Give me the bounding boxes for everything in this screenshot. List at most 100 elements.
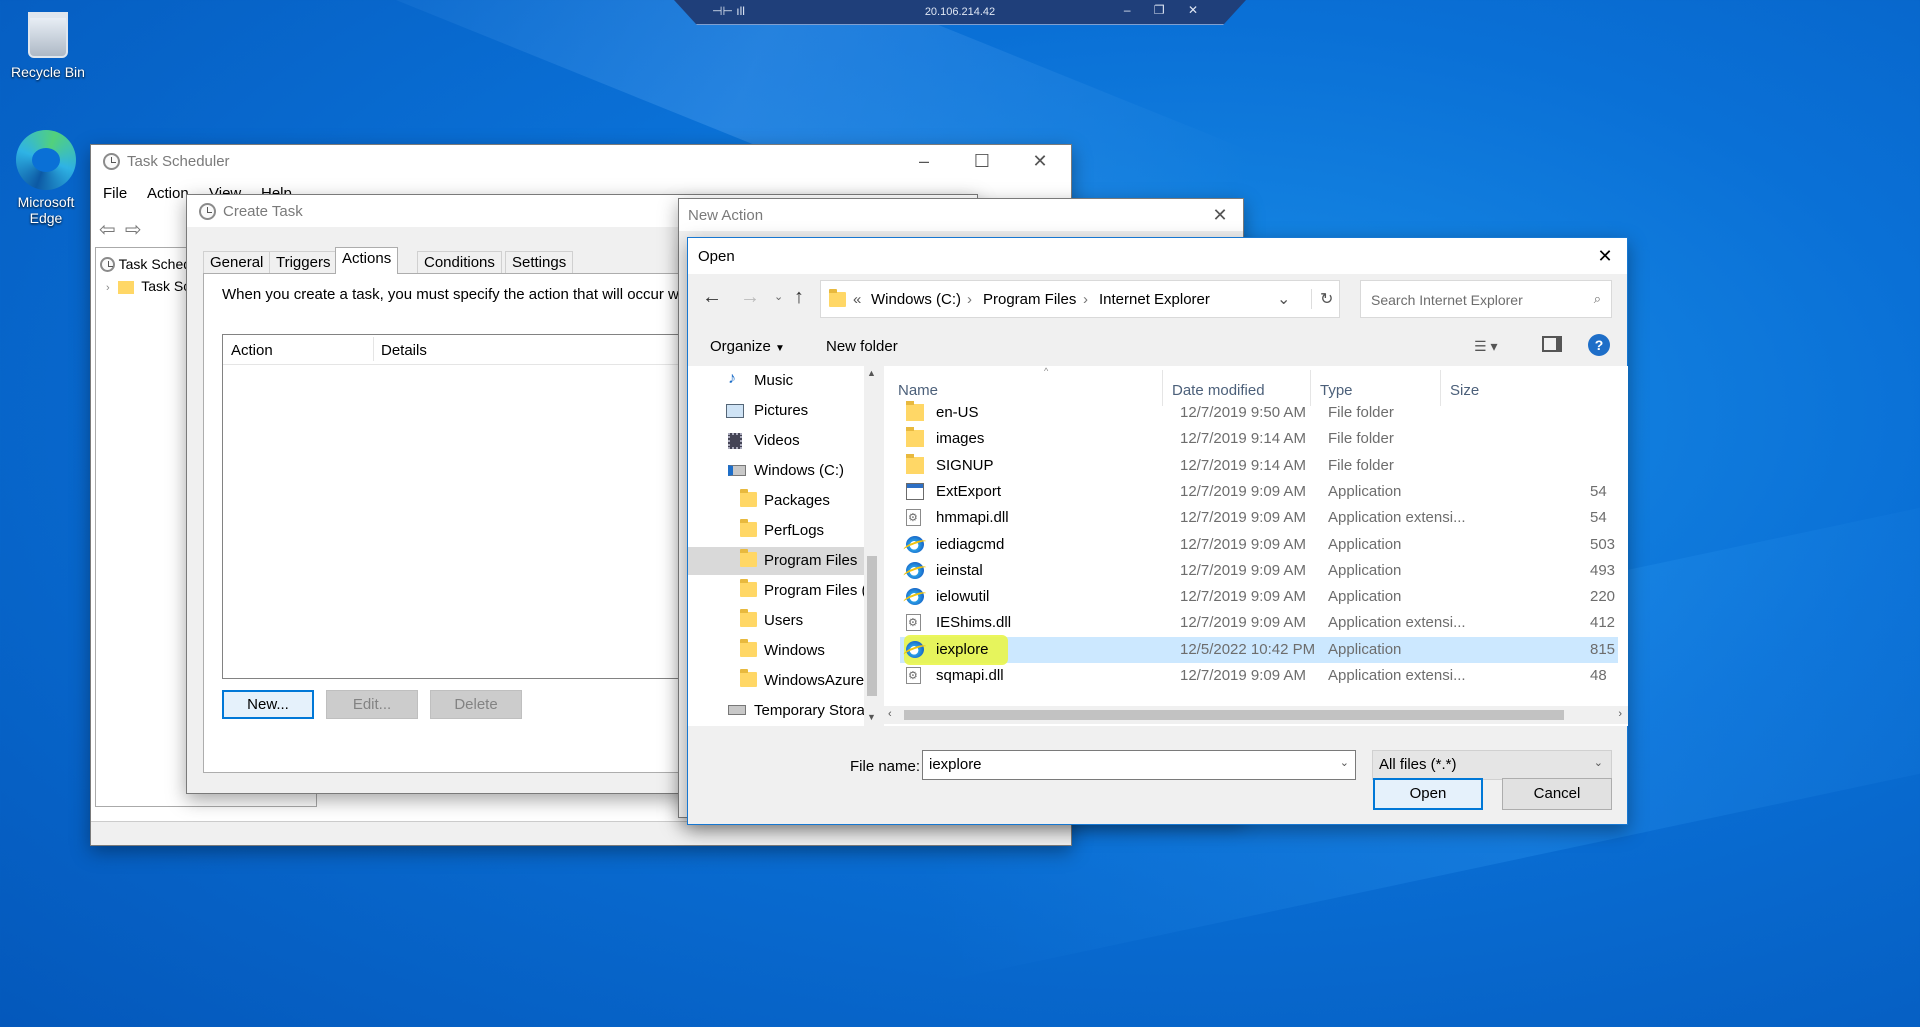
recent-locations-chevron-icon[interactable]: ⌄: [774, 290, 783, 303]
scroll-down-icon[interactable]: ▼: [867, 712, 876, 722]
actions-list[interactable]: Action Details: [222, 334, 742, 679]
nav-item-videos[interactable]: Videos: [688, 427, 864, 455]
file-date-modified: 12/7/2019 9:09 AM: [1180, 561, 1306, 579]
breadcrumb-separator-icon[interactable]: ›: [1083, 291, 1088, 308]
remote-desktop-bar: ⊣⊢ ıll 20.106.214.42 – ❐ ✕: [674, 0, 1246, 25]
column-date-modified[interactable]: Date modified: [1172, 382, 1265, 399]
help-icon[interactable]: ?: [1588, 334, 1610, 356]
preview-pane-icon[interactable]: [1542, 336, 1562, 352]
nav-item-windows[interactable]: Windows: [688, 637, 864, 665]
cancel-button[interactable]: Cancel: [1502, 778, 1612, 810]
dialog-title: Open: [698, 248, 735, 265]
folder-icon: [117, 280, 134, 294]
nav-item-users[interactable]: Users: [688, 607, 864, 635]
file-name-input[interactable]: iexplore ⌄: [922, 750, 1356, 780]
breadcrumb-drive[interactable]: Windows (C:): [871, 291, 961, 308]
file-row[interactable]: images 12/7/2019 9:14 AM File folder: [900, 426, 1618, 452]
file-row[interactable]: IEShims.dll 12/7/2019 9:09 AM Application …: [900, 610, 1618, 636]
folder-icon: [740, 549, 757, 567]
back-icon[interactable]: ←: [702, 286, 722, 309]
tree-item-label: Task Sc: [141, 278, 191, 294]
tree-item-library[interactable]: Task Sched: [100, 254, 191, 272]
file-type: Application: [1328, 588, 1402, 606]
file-type-select[interactable]: All files (*.*) ⌄: [1372, 750, 1612, 780]
refresh-icon[interactable]: ↻: [1311, 289, 1333, 309]
chevron-right-icon: ›: [106, 282, 110, 294]
scroll-up-icon[interactable]: ▲: [867, 368, 876, 378]
edit-action-button[interactable]: Edit...: [326, 690, 418, 719]
organize-button[interactable]: Organize ▼: [710, 338, 785, 355]
chevron-down-icon[interactable]: ⌄: [1340, 756, 1349, 769]
folder-icon: [740, 489, 757, 507]
address-bar[interactable]: « Windows (C:) › Program Files › Interne…: [820, 280, 1340, 318]
scrollbar-thumb[interactable]: [867, 556, 877, 696]
file-row[interactable]: iexplore 12/5/2022 10:42 PM Application 815: [900, 634, 1618, 665]
file-row[interactable]: hmmapi.dll 12/7/2019 9:09 AM Application e…: [900, 505, 1618, 531]
file-row[interactable]: iediagcmd 12/7/2019 9:09 AM Application 503: [900, 532, 1618, 558]
column-size[interactable]: Size: [1450, 382, 1479, 399]
column-details[interactable]: Details: [381, 342, 427, 359]
tab-triggers[interactable]: Triggers: [269, 251, 338, 273]
column-name[interactable]: Name: [898, 382, 938, 399]
nav-item-temporary-storage[interactable]: Temporary Storage: [688, 697, 864, 725]
nav-item-packages[interactable]: Packages: [688, 487, 864, 515]
address-dropdown-icon[interactable]: ⌄: [1277, 289, 1290, 309]
nav-item-pictures[interactable]: Pictures: [688, 397, 864, 425]
breadcrumb-internet-explorer[interactable]: Internet Explorer: [1099, 291, 1210, 308]
forward-icon[interactable]: ⇨: [125, 217, 142, 242]
nav-item-label: Videos: [754, 432, 800, 449]
desktop-icon-recycle-bin[interactable]: Recycle Bin: [2, 12, 94, 80]
scrollbar-thumb[interactable]: [904, 710, 1564, 720]
nav-item-program-files-x86[interactable]: Program Files (x86): [688, 577, 864, 605]
column-type[interactable]: Type: [1320, 382, 1353, 399]
search-icon: ⌕: [1593, 291, 1601, 306]
menu-action[interactable]: Action: [147, 185, 189, 202]
file-size: 815: [1590, 640, 1616, 658]
tab-actions[interactable]: Actions: [335, 247, 399, 274]
new-action-button[interactable]: New...: [222, 690, 314, 719]
desktop-icon-edge[interactable]: Microsoft Edge: [0, 130, 92, 226]
breadcrumb-program-files[interactable]: Program Files: [983, 291, 1076, 308]
close-button[interactable]: ✕: [1197, 199, 1243, 231]
file-row[interactable]: ieinstal 12/7/2019 9:09 AM Application 493: [900, 558, 1618, 584]
nav-item-music[interactable]: ♪ Music: [688, 367, 864, 395]
file-row[interactable]: ExtExport 12/7/2019 9:09 AM Application 54: [900, 479, 1618, 505]
file-row[interactable]: en-US 12/7/2019 9:50 AM File folder: [900, 400, 1618, 426]
nav-item-windowsazure[interactable]: WindowsAzure: [688, 667, 864, 695]
file-type: Application: [1328, 561, 1402, 579]
rdp-window-controls[interactable]: – ❐ ✕: [1124, 3, 1208, 17]
maximize-button[interactable]: ☐: [959, 145, 1005, 177]
back-icon[interactable]: ⇦: [99, 217, 116, 242]
file-date-modified: 12/7/2019 9:09 AM: [1180, 482, 1306, 500]
column-action[interactable]: Action: [231, 342, 273, 359]
overflow-chevron-icon[interactable]: «: [853, 291, 861, 308]
nav-item-program-files[interactable]: Program Files: [688, 547, 864, 575]
close-button[interactable]: ✕: [1582, 240, 1628, 272]
file-row[interactable]: ielowutil 12/7/2019 9:09 AM Application 220: [900, 584, 1618, 610]
horizontal-scrollbar[interactable]: ‹ ›: [884, 706, 1628, 724]
new-folder-button[interactable]: New folder: [826, 338, 898, 355]
tab-conditions[interactable]: Conditions: [417, 251, 502, 273]
tab-general[interactable]: General: [203, 251, 271, 273]
file-row[interactable]: sqmapi.dll 12/7/2019 9:09 AM Application e…: [900, 663, 1618, 689]
forward-icon[interactable]: →: [740, 286, 760, 309]
nav-item-perflogs[interactable]: PerfLogs: [688, 517, 864, 545]
file-row[interactable]: SIGNUP 12/7/2019 9:14 AM File folder: [900, 453, 1618, 479]
close-button[interactable]: ✕: [1017, 145, 1063, 177]
open-button[interactable]: Open: [1373, 778, 1483, 810]
nav-item-label: Pictures: [754, 402, 809, 419]
breadcrumb-separator-icon[interactable]: ›: [967, 291, 972, 308]
up-icon[interactable]: ↑: [794, 286, 804, 309]
tab-settings[interactable]: Settings: [505, 251, 574, 273]
nav-item-drive-c[interactable]: Windows (C:): [688, 457, 864, 485]
navigation-scrollbar[interactable]: ▲ ▼: [864, 366, 880, 726]
delete-action-button[interactable]: Delete: [430, 690, 522, 719]
search-input[interactable]: Search Internet Explorer ⌕: [1360, 280, 1612, 318]
tree-item-sublibrary[interactable]: › Task Sc: [106, 278, 190, 294]
view-options-icon[interactable]: ☰ ▾: [1474, 338, 1497, 355]
menu-file[interactable]: File: [103, 185, 127, 202]
minimize-button[interactable]: –: [901, 145, 947, 177]
dropdown-arrow-icon: ▼: [775, 343, 785, 354]
scroll-left-icon[interactable]: ‹: [888, 708, 892, 720]
scroll-right-icon[interactable]: ›: [1618, 708, 1622, 720]
